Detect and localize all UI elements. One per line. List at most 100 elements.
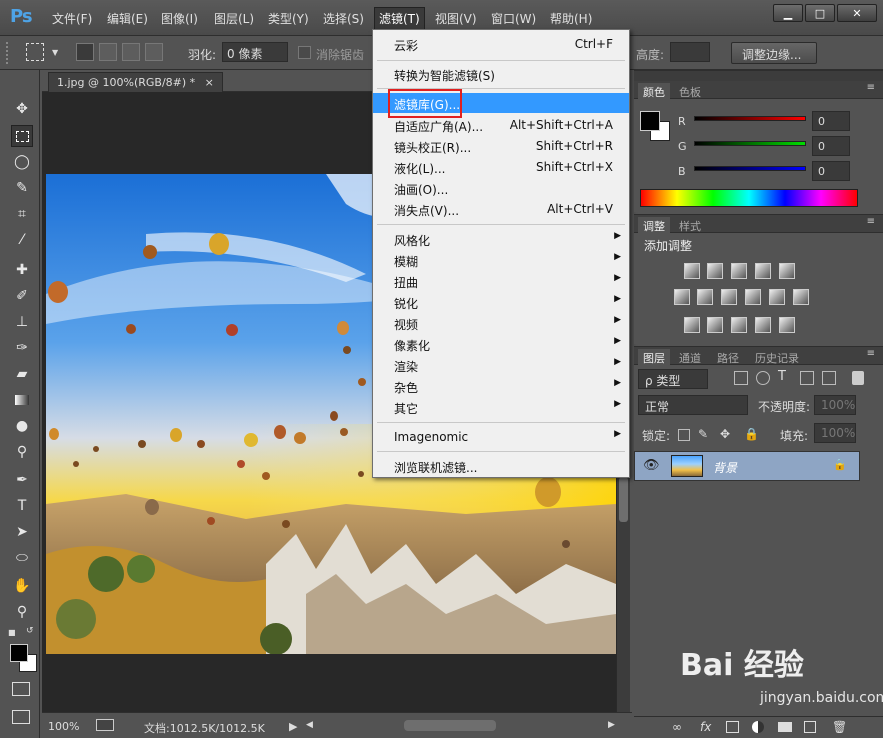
status-menu-arrow-icon[interactable]: ▶ bbox=[289, 720, 297, 733]
blend-mode-select[interactable]: 正常 bbox=[638, 395, 748, 415]
filter-type-icon[interactable]: T bbox=[778, 369, 786, 384]
hand-tool-icon[interactable]: ✋ bbox=[11, 575, 33, 597]
foreground-color-swatch[interactable] bbox=[640, 111, 660, 131]
menu-item-oil-paint[interactable]: 油画(O)... bbox=[373, 178, 629, 198]
menu-item-clouds[interactable]: 云彩 Ctrl+F bbox=[373, 34, 629, 54]
opacity-input[interactable]: 100% bbox=[814, 395, 856, 415]
menu-item-render[interactable]: 渲染 ▶ bbox=[373, 355, 629, 375]
menu-item-liquify[interactable]: 液化(L)... Shift+Ctrl+X bbox=[373, 157, 629, 177]
menu-view[interactable]: 视图(V) bbox=[435, 10, 477, 27]
gradient-map-icon[interactable] bbox=[779, 317, 795, 333]
menu-item-video[interactable]: 视频 ▶ bbox=[373, 313, 629, 333]
menu-help[interactable]: 帮助(H) bbox=[550, 10, 592, 27]
refine-edge-button[interactable]: 调整边缘... bbox=[731, 42, 817, 64]
layer-row-background[interactable]: 👁 背景 🔒 bbox=[634, 451, 860, 481]
blur-tool-icon[interactable]: ● bbox=[11, 415, 33, 437]
menu-select[interactable]: 选择(S) bbox=[323, 10, 364, 27]
menu-window[interactable]: 窗口(W) bbox=[491, 10, 536, 27]
posterize-icon[interactable] bbox=[707, 317, 723, 333]
menu-item-convert-smart-filter[interactable]: 转换为智能滤镜(S) bbox=[373, 64, 629, 84]
menu-item-imagenomic[interactable]: Imagenomic ▶ bbox=[373, 427, 629, 447]
shape-tool-icon[interactable]: ⬭ bbox=[11, 547, 33, 569]
layer-name[interactable]: 背景 bbox=[713, 459, 737, 476]
restore-button[interactable]: □ bbox=[805, 4, 835, 22]
lock-all-icon[interactable]: 🔒 bbox=[744, 427, 759, 441]
new-selection-icon[interactable] bbox=[76, 43, 94, 61]
filter-smart-object-icon[interactable] bbox=[822, 371, 836, 385]
zoom-level[interactable]: 100% bbox=[48, 720, 79, 733]
screen-mode-icon[interactable] bbox=[12, 710, 30, 724]
proof-icon[interactable] bbox=[96, 719, 114, 731]
selective-color-icon[interactable] bbox=[755, 317, 771, 333]
quick-select-tool-icon[interactable]: ✎ bbox=[11, 177, 33, 199]
filter-shape-icon[interactable] bbox=[800, 371, 814, 385]
color-lookup-icon[interactable] bbox=[793, 289, 809, 305]
visibility-eye-icon[interactable]: 👁 bbox=[643, 458, 660, 473]
new-group-icon[interactable] bbox=[778, 722, 792, 732]
threshold-icon[interactable] bbox=[731, 317, 747, 333]
filter-adjustment-icon[interactable] bbox=[756, 371, 770, 385]
type-tool-icon[interactable]: T bbox=[11, 495, 33, 517]
new-layer-icon[interactable] bbox=[804, 721, 816, 733]
filter-pixel-icon[interactable] bbox=[734, 371, 748, 385]
pen-tool-icon[interactable]: ✒ bbox=[11, 469, 33, 491]
trash-icon[interactable]: 🗑 bbox=[832, 720, 847, 734]
green-slider[interactable] bbox=[694, 141, 806, 146]
tab-history[interactable]: 历史记录 bbox=[750, 349, 804, 367]
fill-input[interactable]: 100% bbox=[814, 423, 856, 443]
red-value[interactable]: 0 bbox=[812, 111, 850, 131]
eyedropper-tool-icon[interactable]: ⁄ bbox=[11, 229, 33, 251]
hue-saturation-icon[interactable] bbox=[674, 289, 690, 305]
vertical-scroll-thumb[interactable] bbox=[619, 477, 628, 522]
menu-item-sharpen[interactable]: 锐化 ▶ bbox=[373, 292, 629, 312]
menu-type[interactable]: 类型(Y) bbox=[268, 10, 309, 27]
menu-item-distort[interactable]: 扭曲 ▶ bbox=[373, 271, 629, 291]
marquee-tool-icon[interactable] bbox=[11, 125, 33, 147]
menu-item-blur[interactable]: 模糊 ▶ bbox=[373, 250, 629, 270]
black-white-icon[interactable] bbox=[721, 289, 737, 305]
healing-brush-tool-icon[interactable]: ✚ bbox=[11, 259, 33, 281]
lock-transparent-icon[interactable] bbox=[678, 429, 690, 441]
menu-item-lens-correction[interactable]: 镜头校正(R)... Shift+Ctrl+R bbox=[373, 136, 629, 156]
vibrance-icon[interactable] bbox=[779, 263, 795, 279]
swap-colors-icon[interactable]: ↺ bbox=[26, 626, 34, 636]
menu-item-stylize[interactable]: 风格化 ▶ bbox=[373, 229, 629, 249]
color-spectrum[interactable] bbox=[640, 189, 858, 207]
panel-menu-icon[interactable]: ≡ bbox=[867, 348, 875, 359]
intersect-selection-icon[interactable] bbox=[145, 43, 163, 61]
tab-paths[interactable]: 路径 bbox=[712, 349, 744, 367]
menu-item-noise[interactable]: 杂色 ▶ bbox=[373, 376, 629, 396]
tab-channels[interactable]: 通道 bbox=[674, 349, 706, 367]
default-colors-icon[interactable]: ■ bbox=[8, 628, 16, 637]
brightness-icon[interactable] bbox=[684, 263, 700, 279]
close-tab-icon[interactable]: × bbox=[205, 76, 214, 89]
menu-image[interactable]: 图像(I) bbox=[161, 10, 198, 27]
subtract-selection-icon[interactable] bbox=[122, 43, 140, 61]
red-slider[interactable] bbox=[694, 116, 806, 121]
quick-mask-icon[interactable] bbox=[12, 682, 30, 696]
menu-item-pixelate[interactable]: 像素化 ▶ bbox=[373, 334, 629, 354]
menu-layer[interactable]: 图层(L) bbox=[214, 10, 254, 27]
zoom-tool-icon[interactable]: ⚲ bbox=[11, 601, 33, 623]
menu-item-adaptive-wide-angle[interactable]: 自适应广角(A)... Alt+Shift+Ctrl+A bbox=[373, 115, 629, 135]
height-input[interactable] bbox=[670, 42, 710, 62]
tab-color[interactable]: 颜色 bbox=[638, 83, 670, 101]
horizontal-scroll-thumb[interactable] bbox=[404, 720, 496, 731]
crop-tool-icon[interactable]: ⌗ bbox=[11, 203, 33, 225]
scroll-right-icon[interactable]: ▶ bbox=[608, 720, 615, 730]
exposure-icon[interactable] bbox=[755, 263, 771, 279]
move-tool-icon[interactable]: ✥ bbox=[11, 98, 33, 120]
panel-menu-icon[interactable]: ≡ bbox=[867, 216, 875, 227]
color-balance-icon[interactable] bbox=[697, 289, 713, 305]
close-button[interactable]: ✕ bbox=[837, 4, 877, 22]
invert-icon[interactable] bbox=[684, 317, 700, 333]
menu-edit[interactable]: 编辑(E) bbox=[107, 10, 148, 27]
rect-marquee-preset-icon[interactable] bbox=[26, 43, 44, 61]
green-value[interactable]: 0 bbox=[812, 136, 850, 156]
photo-filter-icon[interactable] bbox=[745, 289, 761, 305]
lock-pixels-icon[interactable]: ✎ bbox=[698, 427, 708, 441]
layer-filter-kind[interactable]: ρ 类型 bbox=[638, 369, 708, 389]
gradient-tool-icon[interactable] bbox=[11, 389, 33, 411]
panel-collapse-bar[interactable] bbox=[634, 71, 883, 81]
eraser-tool-icon[interactable]: ▰ bbox=[11, 363, 33, 385]
